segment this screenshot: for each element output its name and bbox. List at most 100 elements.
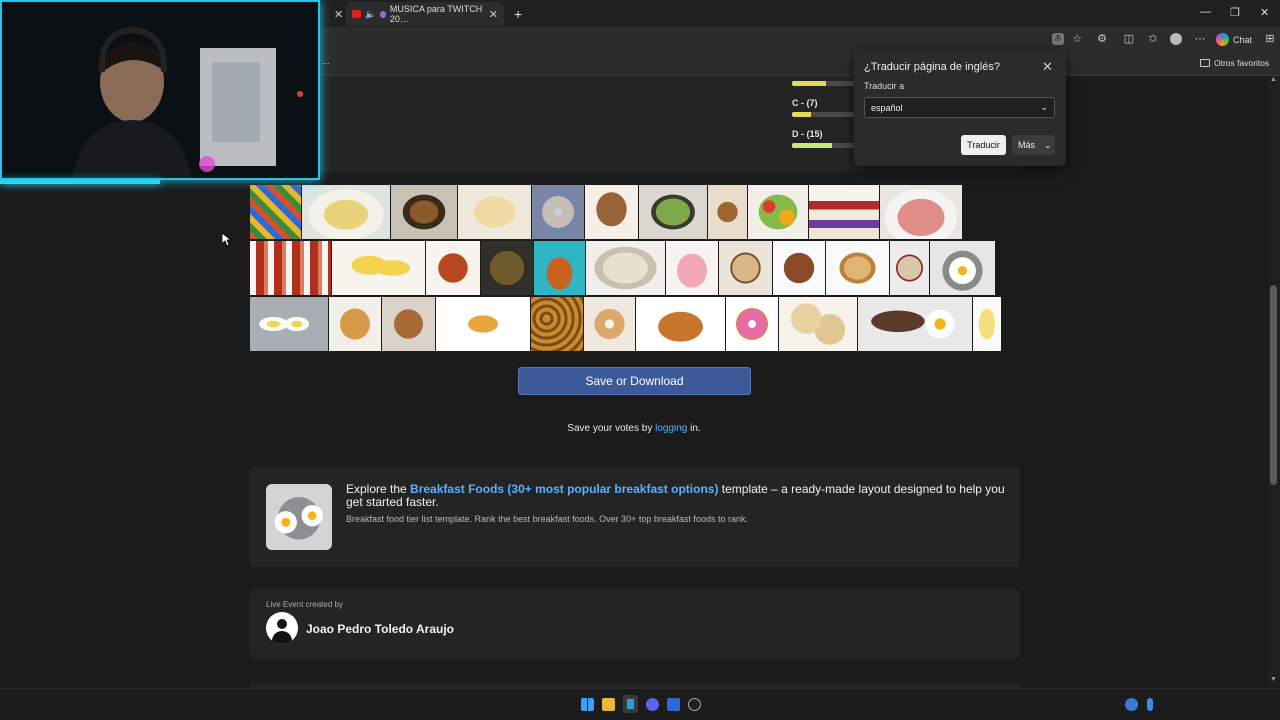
food-fruit-salad[interactable]	[748, 185, 809, 239]
food-hash[interactable]	[481, 241, 534, 295]
discord-icon[interactable]	[646, 698, 659, 711]
food-biscuits[interactable]	[779, 297, 858, 351]
template-title: Explore the Breakfast Foods (30+ most po…	[346, 483, 1006, 509]
webcam-overlay	[0, 0, 320, 180]
close-tab-icon[interactable]: ✕	[334, 8, 343, 21]
webcam-feed	[2, 2, 318, 178]
other-favorites[interactable]: Otros favoritos	[1200, 58, 1269, 68]
close-icon[interactable]: ✕	[1042, 59, 1053, 75]
food-row-2	[250, 241, 996, 295]
food-deviled-eggs[interactable]	[250, 297, 329, 351]
tab-previous[interactable]: ✕	[322, 2, 346, 26]
creator-name[interactable]: Joao Pedro Toledo Araujo	[306, 622, 454, 636]
avatar[interactable]	[266, 612, 298, 644]
copilot-icon	[1216, 33, 1229, 46]
template-link[interactable]: Breakfast Foods (30+ most popular breakf…	[410, 482, 718, 496]
language-select[interactable]: español ⌄	[864, 97, 1055, 118]
chat-label: Chat	[1233, 34, 1253, 45]
votes-suffix: in.	[687, 423, 701, 434]
food-fried-eggs[interactable]	[930, 241, 996, 295]
food-hash-brown-patty[interactable]	[436, 297, 531, 351]
translate-button[interactable]: Traducir	[961, 135, 1006, 155]
scroll-up-icon[interactable]: ▲	[1270, 76, 1277, 83]
sidebar-toggle-icon[interactable]: ⊞	[1264, 33, 1276, 45]
twitch-dot-icon	[380, 10, 386, 18]
food-breakfast-burrito[interactable]	[719, 241, 773, 295]
food-omelette[interactable]	[302, 185, 391, 239]
close-tab-icon[interactable]: ✕	[489, 8, 498, 21]
tier-bar-c	[792, 112, 854, 117]
copilot-chat-button[interactable]: Chat	[1216, 31, 1252, 48]
translate-icon[interactable]: あ	[1052, 33, 1064, 45]
food-bacon[interactable]	[250, 241, 332, 295]
food-scrambled-eggs[interactable]	[973, 297, 1002, 351]
speaker-icon[interactable]: 🔈	[365, 9, 376, 20]
other-favorites-label: Otros favoritos	[1214, 58, 1270, 68]
food-croissants[interactable]	[636, 297, 726, 351]
food-eggs-benedict-plate[interactable]	[458, 185, 532, 239]
chevron-down-icon: ⌄	[1040, 102, 1048, 112]
save-download-button[interactable]: Save or Download	[518, 367, 751, 395]
more-menu-icon[interactable]: ⋯	[1194, 33, 1206, 45]
scroll-thumb[interactable]	[1270, 285, 1277, 485]
template-card[interactable]: Explore the Breakfast Foods (30+ most po…	[250, 467, 1020, 567]
template-thumbnail[interactable]	[266, 484, 332, 550]
food-toast[interactable]	[826, 241, 890, 295]
food-home-fries[interactable]	[531, 297, 584, 351]
food-sliced-ham[interactable]	[666, 241, 719, 295]
new-tab-button[interactable]: +	[508, 2, 528, 26]
file-explorer-icon[interactable]	[602, 698, 615, 711]
login-link[interactable]: logging	[655, 423, 687, 434]
food-eggs-benedict[interactable]	[332, 241, 426, 295]
chevron-down-icon: ⌄	[1044, 139, 1052, 150]
close-window-icon[interactable]: ✕	[1260, 6, 1269, 19]
extensions-icon[interactable]: ⚙	[1096, 33, 1108, 45]
tier-bar-top	[792, 81, 854, 86]
food-baked-beans[interactable]	[426, 241, 481, 295]
food-cereal-boxes[interactable]	[250, 185, 302, 239]
minimize-icon[interactable]: —	[1200, 6, 1211, 18]
food-pancakes[interactable]	[329, 297, 382, 351]
restore-icon[interactable]: ❐	[1230, 6, 1240, 19]
food-bagels[interactable]	[584, 297, 636, 351]
start-icon[interactable]	[581, 698, 594, 711]
food-biscuits-gravy[interactable]	[586, 241, 666, 295]
votes-prefix: Save your votes by	[567, 423, 656, 434]
tab-music[interactable]: 🔈 MUSICA para TWITCH 20… ✕	[346, 2, 504, 26]
food-fried-chicken[interactable]	[534, 241, 586, 295]
food-sausage-patty[interactable]	[773, 241, 826, 295]
favorites-icon[interactable]: ✩	[1147, 33, 1159, 45]
obs-icon[interactable]	[688, 698, 701, 711]
split-screen-icon[interactable]: ◫	[1123, 33, 1135, 45]
edge-icon[interactable]	[623, 695, 638, 713]
translate-title: ¿Traducir página de inglés?	[864, 61, 1000, 73]
scroll-down-icon[interactable]: ▼	[1270, 676, 1277, 683]
food-avocado-toast[interactable]	[639, 185, 708, 239]
webcam-glow-bar	[0, 180, 160, 184]
microphone-icon[interactable]	[1147, 698, 1153, 711]
food-yogurt-parfait[interactable]	[809, 185, 880, 239]
food-steak-and-eggs[interactable]	[858, 297, 973, 351]
app-icon[interactable]	[667, 698, 680, 711]
food-bagel[interactable]	[532, 185, 585, 239]
translate-popup: ¿Traducir página de inglés? ✕ Traducir a…	[854, 50, 1066, 166]
food-cinnamon-rolls[interactable]	[708, 185, 748, 239]
food-hash-browns-plate[interactable]	[391, 185, 458, 239]
more-options-button[interactable]: Más ⌄	[1012, 135, 1055, 155]
template-description: Breakfast food tier list template. Rank …	[346, 514, 748, 524]
save-votes-text: Save your votes by logging in.	[0, 423, 1268, 434]
food-donut[interactable]	[726, 297, 779, 351]
translate-target-label: Traducir a	[864, 81, 905, 91]
profile-icon[interactable]	[1170, 33, 1182, 45]
bookmarks-overflow[interactable]: ...	[322, 56, 330, 66]
food-row-1	[250, 185, 963, 239]
onedrive-icon[interactable]	[1125, 698, 1138, 711]
mouse-cursor-icon	[222, 233, 232, 247]
food-muffin[interactable]	[585, 185, 639, 239]
tier-label-d: D - (15)	[792, 129, 823, 139]
food-french-toast[interactable]	[382, 297, 436, 351]
favorite-star-icon[interactable]: ☆	[1071, 33, 1083, 45]
food-oatmeal[interactable]	[890, 241, 930, 295]
food-ham-steak[interactable]	[880, 185, 963, 239]
template-title-prefix: Explore the	[346, 482, 411, 496]
